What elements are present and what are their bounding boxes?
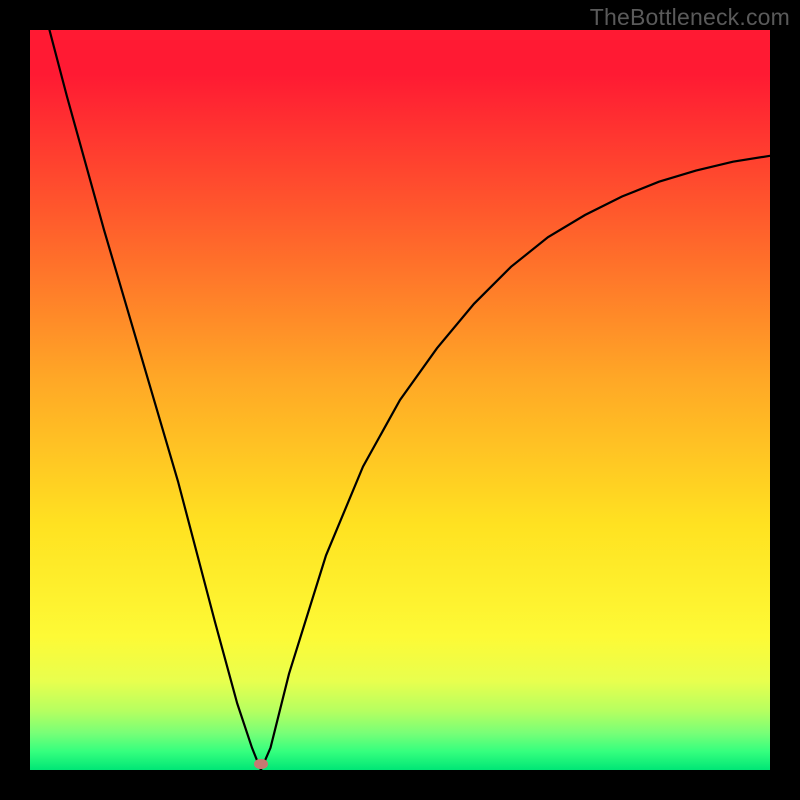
chart-plot-area <box>30 30 770 770</box>
optimal-point-marker <box>254 759 268 769</box>
chart-frame: TheBottleneck.com <box>0 0 800 800</box>
watermark-text: TheBottleneck.com <box>590 4 790 31</box>
bottleneck-curve <box>30 30 770 770</box>
